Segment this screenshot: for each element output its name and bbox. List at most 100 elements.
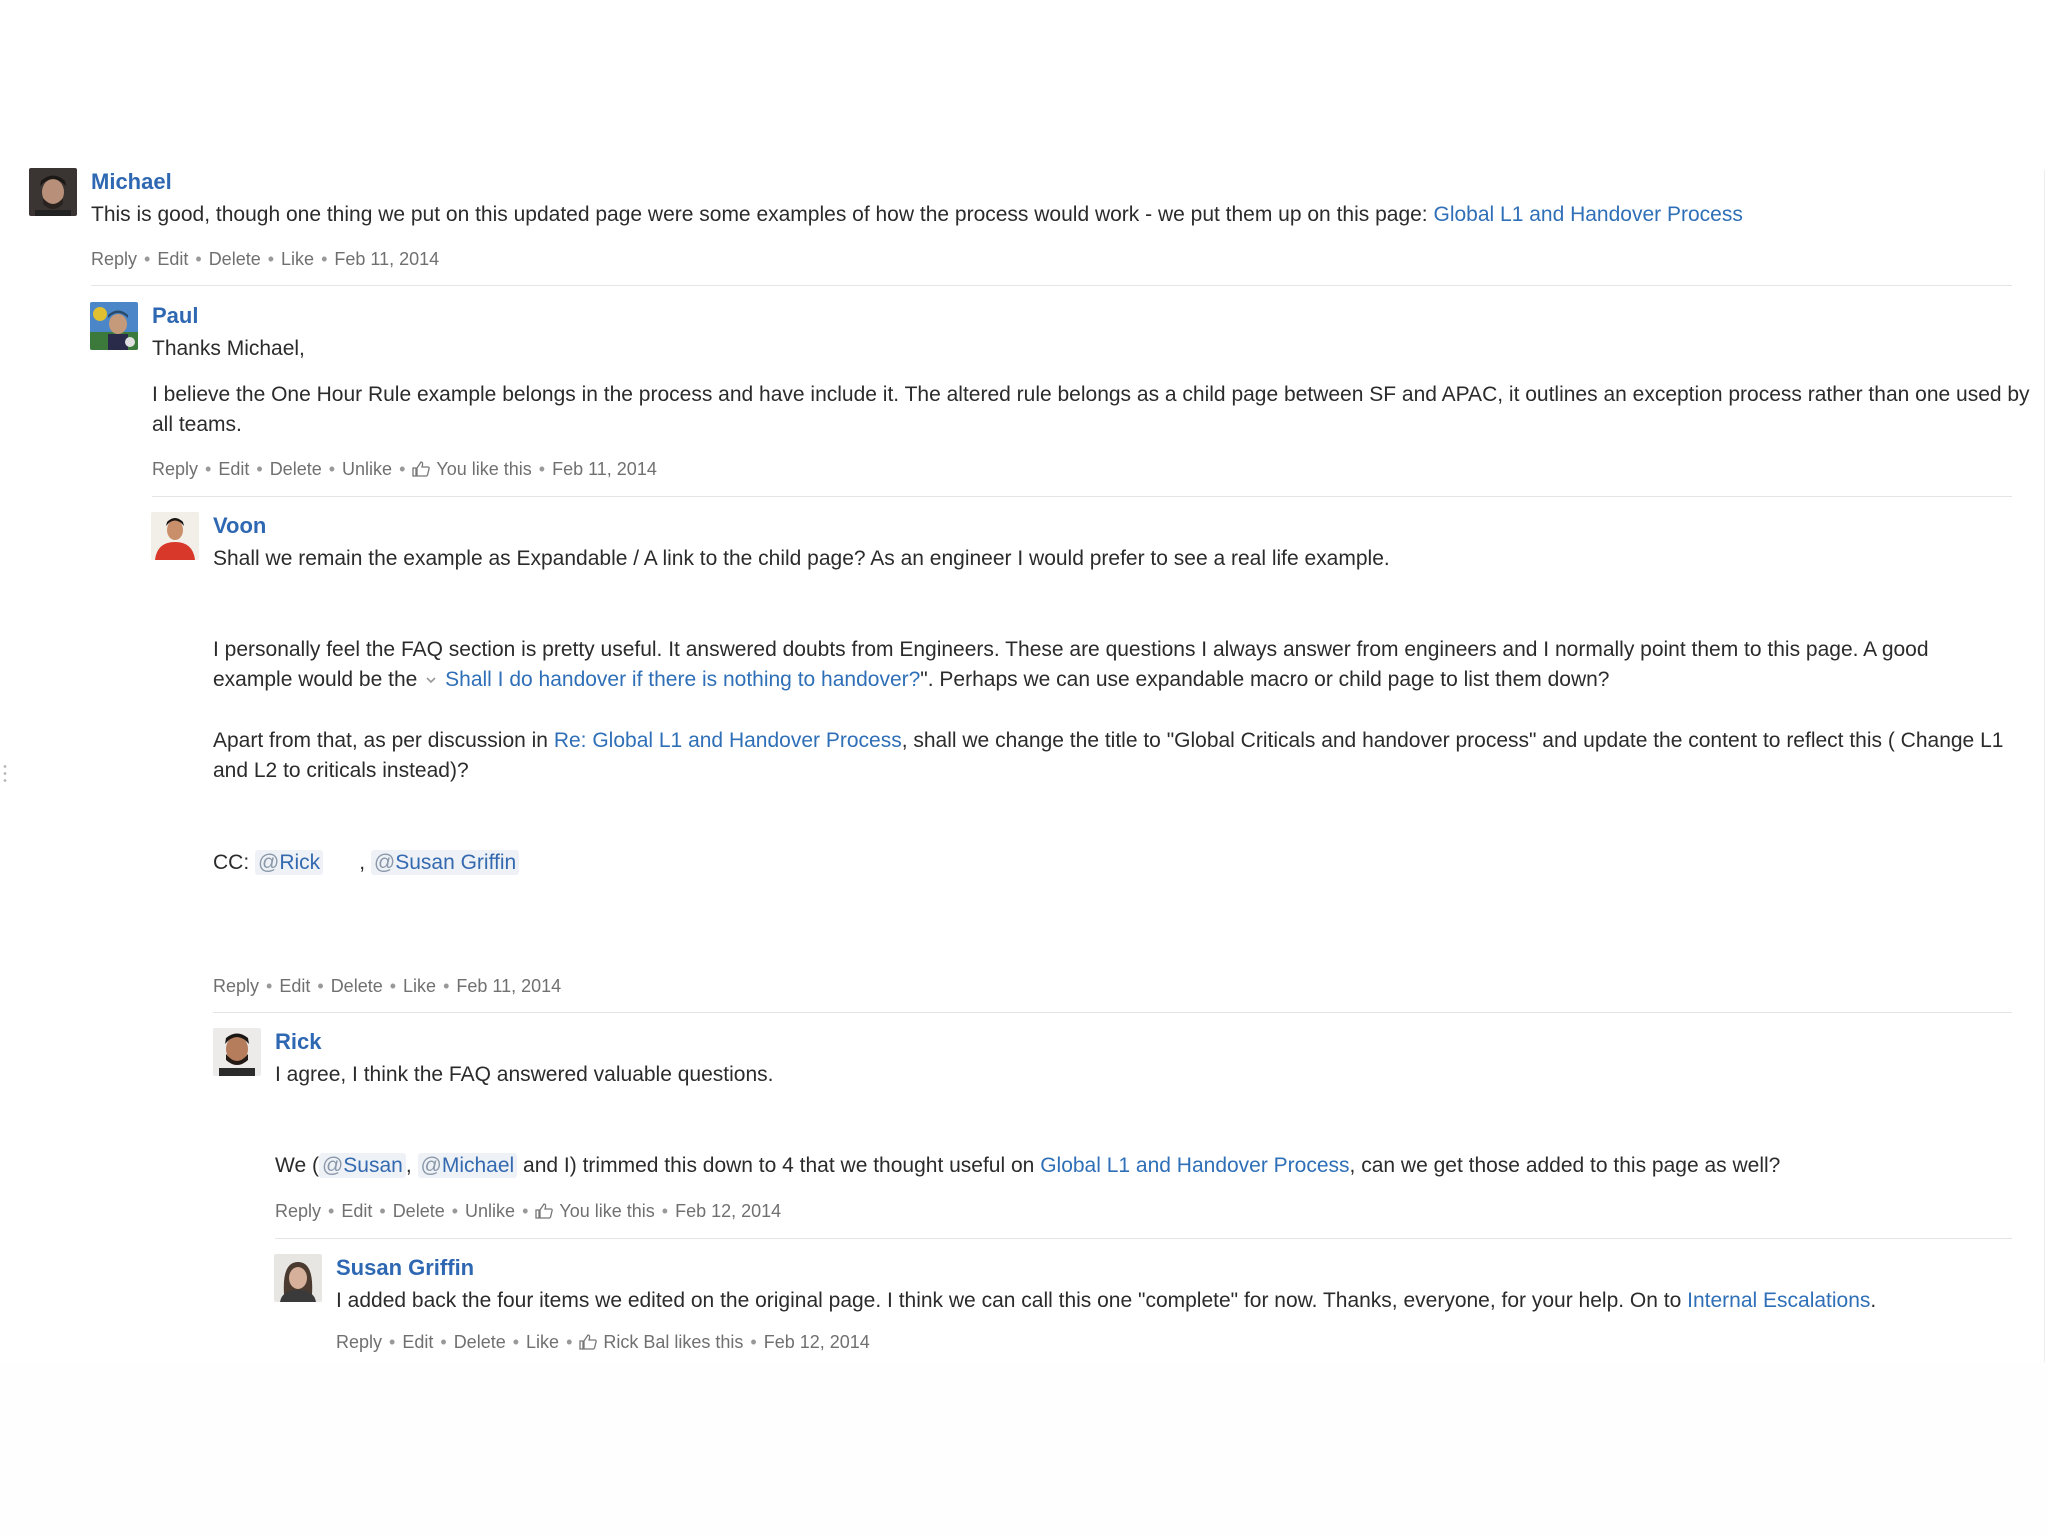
comment-date: Feb 11, 2014 (456, 976, 562, 996)
delete-button[interactable]: Delete (209, 249, 261, 269)
separator: • (661, 1201, 669, 1221)
comment-paragraph: I agree, I think the FAQ answered valuab… (275, 1063, 774, 1086)
avatar-voon (151, 512, 199, 560)
edit-button[interactable]: Edit (341, 1201, 372, 1221)
thumbs-up-icon (535, 1203, 554, 1219)
reply-button[interactable]: Reply (336, 1332, 382, 1352)
faq-link[interactable]: Shall I do handover if there is nothing … (445, 668, 920, 691)
reply-button[interactable]: Reply (275, 1201, 321, 1221)
author-name[interactable]: Susan Griffin (336, 1254, 474, 1282)
avatar[interactable] (274, 1254, 322, 1302)
resize-handle[interactable] (3, 763, 7, 785)
likes-text[interactable]: Rick Bal likes this (603, 1332, 743, 1352)
author-name[interactable]: Michael (91, 168, 172, 196)
comment-divider (275, 1238, 2012, 1239)
comment-text: Thanks Michael, I believe the One Hour R… (152, 334, 2048, 440)
comment-paragraph: I believe the One Hour Rule example belo… (152, 383, 2030, 436)
mention-separator: , (405, 1154, 412, 1177)
comment-actions: Reply • Edit • Delete • Like • Feb 11, 2014 (213, 974, 561, 998)
page-link[interactable]: Global L1 and Handover Process (1433, 203, 1742, 226)
mention-name: Susan Griffin (395, 851, 517, 874)
thumbs-up-icon (412, 461, 431, 477)
separator: • (451, 1201, 459, 1221)
comment-actions: Reply • Edit • Delete • Unlike • You like this • F… (275, 1199, 781, 1223)
unlike-button[interactable]: Unlike (465, 1201, 515, 1221)
paragraph-text: , can we get those added to this page as… (1349, 1154, 1781, 1177)
separator: • (256, 459, 263, 479)
comment-divider (91, 285, 2012, 286)
edit-button[interactable]: Edit (218, 459, 249, 479)
mention-rick[interactable]: @Rick (255, 850, 324, 875)
unlike-button[interactable]: Unlike (342, 459, 392, 479)
delete-button[interactable]: Delete (331, 976, 383, 996)
avatar[interactable] (213, 1028, 261, 1076)
like-button[interactable]: Like (281, 249, 314, 269)
comment-text: I added back the four items we edited on… (336, 1286, 2036, 1316)
paragraph-text: Apart from that, as per discussion in (213, 729, 554, 752)
delete-button[interactable]: Delete (270, 459, 322, 479)
mention-at: @ (258, 851, 280, 874)
delete-button[interactable]: Delete (454, 1332, 506, 1352)
comment-actions: Reply • Edit • Delete • Like • Rick Bal likes th… (336, 1330, 870, 1354)
comment-actions: Reply • Edit • Delete • Like • Feb 11, 2014 (91, 247, 439, 271)
comment-date: Feb 12, 2014 (763, 1332, 870, 1352)
separator: • (266, 976, 273, 996)
comment-paragraph: Shall we remain the example as Expandabl… (213, 547, 1390, 570)
comment-rick: Rick I agree, I think the FAQ answered v… (213, 1028, 2012, 1228)
separator: • (399, 459, 406, 479)
page-footer-area (0, 1362, 2048, 1536)
comment-susan-griffin: Susan Griffin I added back the four item… (274, 1254, 2012, 1358)
mention-name: Rick (279, 851, 321, 874)
page-link[interactable]: Re: Global L1 and Handover Process (554, 729, 902, 752)
author-name[interactable]: Voon (213, 512, 266, 540)
paragraph-text: and I) trimmed this down to 4 that we th… (517, 1154, 1041, 1177)
mention-michael[interactable]: @Michael (417, 1153, 518, 1178)
comment-paragraph: Apart from that, as per discussion in Re… (213, 726, 2013, 786)
mention-susan-griffin[interactable]: @Susan Griffin (370, 850, 520, 875)
comment-date: Feb 12, 2014 (675, 1201, 782, 1221)
reply-button[interactable]: Reply (213, 976, 259, 996)
comment-text-body: I added back the four items we edited on… (336, 1289, 1688, 1312)
delete-button[interactable]: Delete (393, 1201, 445, 1221)
comment-paragraph: I personally feel the FAQ section is pre… (213, 635, 2013, 695)
separator: • (440, 1332, 447, 1352)
separator: • (205, 459, 212, 479)
comment-date: Feb 11, 2014 (552, 459, 657, 479)
separator: • (566, 1332, 573, 1352)
avatar-susan-griffin (274, 1254, 322, 1302)
author-name[interactable]: Rick (275, 1028, 321, 1056)
edit-button[interactable]: Edit (279, 976, 310, 996)
comment-actions: Reply • Edit • Delete • Unlike • You like this • F… (152, 457, 657, 481)
author-name[interactable]: Paul (152, 302, 198, 330)
like-button[interactable]: Like (403, 976, 436, 996)
edit-button[interactable]: Edit (157, 249, 188, 269)
separator: • (144, 249, 151, 269)
avatar[interactable] (151, 512, 199, 560)
reply-button[interactable]: Reply (152, 459, 198, 479)
chevron-down-icon[interactable] (425, 675, 437, 685)
cc-separator: , (359, 851, 366, 874)
paragraph-text: ". Perhaps we can use expandable macro o… (920, 668, 1610, 691)
like-button[interactable]: Like (526, 1332, 559, 1352)
likes-text: You like this (436, 459, 532, 479)
separator: • (389, 1332, 396, 1352)
paragraph-text: We ( (275, 1154, 319, 1177)
separator: • (512, 1332, 520, 1352)
comment-text: Shall we remain the example as Expandabl… (213, 544, 2013, 878)
page-link[interactable]: Global L1 and Handover Process (1040, 1154, 1349, 1177)
separator: • (389, 976, 397, 996)
page-link[interactable]: Internal Escalations (1687, 1289, 1870, 1312)
mention-susan[interactable]: @Susan (318, 1153, 406, 1178)
reply-button[interactable]: Reply (91, 249, 137, 269)
avatar[interactable] (29, 168, 77, 216)
comment-text-end: . (1870, 1289, 1877, 1312)
avatar-paul (90, 302, 138, 350)
avatar[interactable] (90, 302, 138, 350)
separator: • (328, 459, 336, 479)
separator: • (379, 1201, 386, 1221)
mention-at: @ (373, 851, 396, 874)
comment-paul: Paul Thanks Michael, I believe the One H… (90, 302, 2030, 482)
separator: • (267, 249, 275, 269)
edit-button[interactable]: Edit (402, 1332, 433, 1352)
separator: • (750, 1332, 757, 1352)
